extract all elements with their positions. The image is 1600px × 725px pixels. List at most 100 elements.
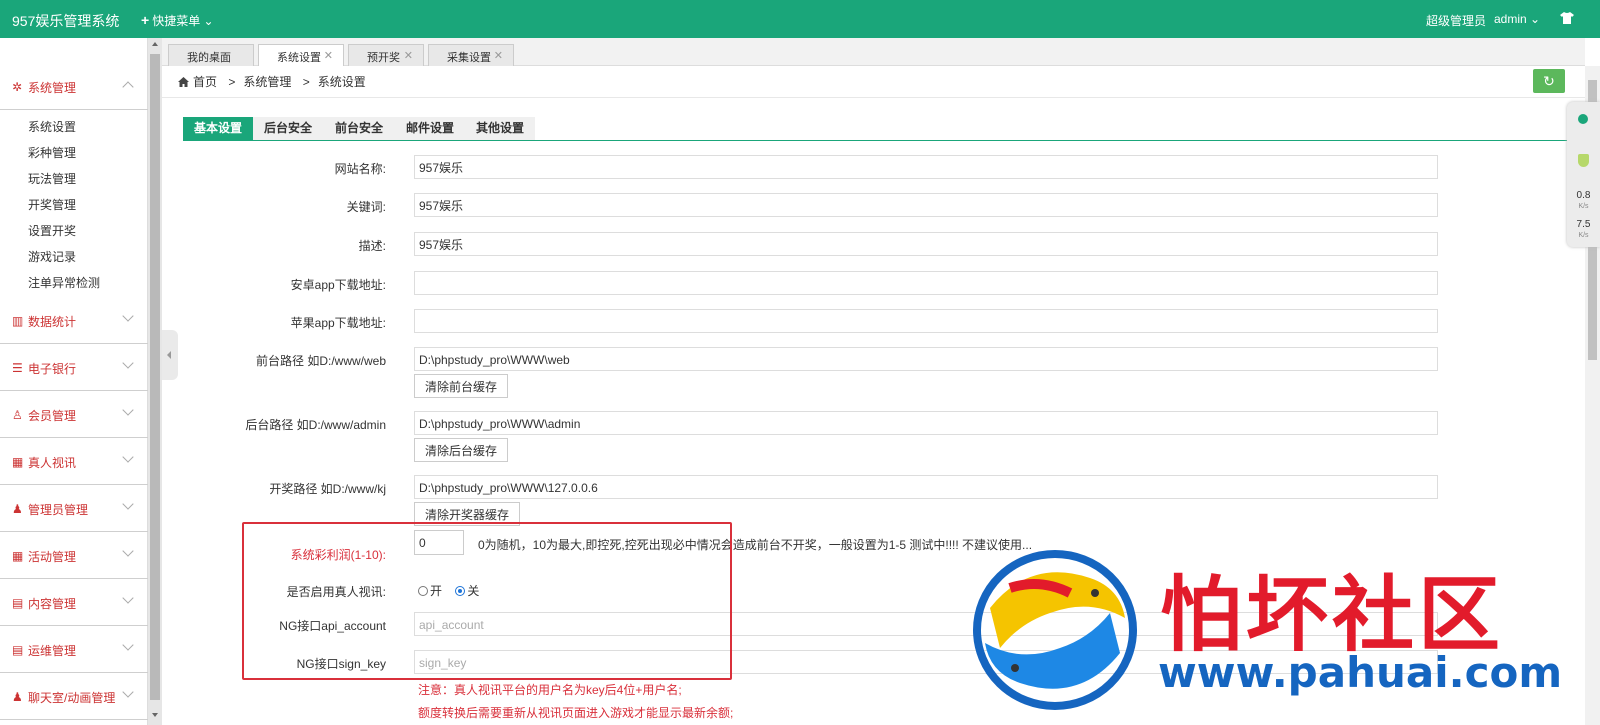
plus-icon: +: [141, 12, 150, 28]
quick-menu-label: 快捷菜单: [152, 14, 201, 28]
breadcrumb-home[interactable]: 首页: [193, 75, 217, 89]
site-name-input[interactable]: 957娱乐: [414, 155, 1438, 179]
sidebar-group-label: 运维管理: [28, 644, 77, 658]
breadcrumb-separator: >: [302, 75, 310, 89]
tab-basic-settings[interactable]: 基本设置: [183, 117, 253, 140]
tab-mail-settings[interactable]: 邮件设置: [395, 117, 465, 140]
sidebar-item-draw-manage[interactable]: 开奖管理: [28, 196, 76, 213]
tab-other-settings[interactable]: 其他设置: [465, 117, 535, 140]
close-icon[interactable]: ✕: [404, 49, 413, 62]
tab-strip: 我的桌面 系统设置 ✕ 预开奖 ✕ 采集设置 ✕: [162, 38, 1585, 66]
balance-note: 额度转换后需要重新从视讯页面进入游戏才能显示最新余额;: [418, 706, 734, 720]
upload-speed: 0.8: [1576, 190, 1591, 201]
sidebar-group-live-video[interactable]: ▦ 真人视讯: [0, 438, 148, 485]
sidebar-item-lottery-types[interactable]: 彩种管理: [28, 144, 76, 161]
ios-url-input[interactable]: [414, 309, 1438, 333]
tab-backend-security[interactable]: 后台安全: [253, 117, 323, 140]
description-input[interactable]: 957娱乐: [414, 232, 1438, 256]
sidebar-group-ops[interactable]: ▤ 运维管理: [0, 626, 148, 673]
chevron-down-icon: [122, 545, 134, 557]
sidebar-group-members[interactable]: ♙ 会员管理: [0, 391, 148, 438]
shirt-icon[interactable]: [1560, 12, 1574, 24]
sidebar-item-set-draw[interactable]: 设置开奖: [28, 222, 76, 239]
sidebar-item-game-records[interactable]: 游戏记录: [28, 248, 76, 265]
clear-admin-cache-button[interactable]: 清除后台缓存: [414, 438, 509, 462]
sidebar-group-admins[interactable]: ♟ 管理员管理: [0, 485, 148, 532]
android-url-input[interactable]: [414, 271, 1438, 295]
breadcrumb-system[interactable]: 系统管理: [243, 75, 291, 89]
breadcrumb: 首页 > 系统管理 > 系统设置: [178, 73, 366, 90]
sidebar-group-ebank[interactable]: ☰ 电子银行: [0, 344, 148, 391]
refresh-button[interactable]: ↻: [1533, 69, 1565, 93]
network-monitor-widget[interactable]: 0.8 K/s 7.5 K/s: [1567, 102, 1600, 247]
sidebar-group-label: 聊天室/动画管理: [28, 691, 116, 705]
person-icon: ♟: [12, 502, 23, 516]
sidebar-group-label: 电子银行: [28, 362, 77, 376]
sidebar-group-stats[interactable]: ▥ 数据统计: [0, 297, 148, 344]
top-bar: 957娱乐管理系统 + 快捷菜单 ⌄ 超级管理员 admin ⌄: [0, 0, 1600, 38]
sidebar-item-play-rules[interactable]: 玩法管理: [28, 170, 76, 187]
person-icon: ♟: [12, 690, 23, 704]
ios-url-label: 苹果app下载地址:: [290, 316, 386, 330]
fish-logo-icon: [973, 550, 1137, 710]
tab-label: 我的桌面: [187, 52, 231, 64]
live-video-note: 注意：真人视讯平台的用户名为key后4位+用户名;: [418, 683, 682, 697]
site-name-label: 网站名称:: [334, 162, 386, 176]
quick-menu-button[interactable]: + 快捷菜单 ⌄: [141, 12, 214, 29]
user-menu[interactable]: admin ⌄: [1494, 12, 1540, 26]
tab-collect-settings[interactable]: 采集设置 ✕: [428, 44, 514, 66]
draw-path-input[interactable]: D:\phpstudy_pro\WWW\127.0.0.6: [414, 475, 1438, 499]
sidebar-group-content[interactable]: ▤ 内容管理: [0, 579, 148, 626]
status-dot-icon: [1578, 114, 1588, 124]
watermark-url: www.pahuai.com: [1158, 648, 1563, 697]
tab-frontend-security[interactable]: 前台安全: [323, 117, 395, 140]
front-path-input[interactable]: D:\phpstudy_pro\WWW\web: [414, 347, 1438, 371]
list-icon: ☰: [12, 361, 23, 375]
chevron-down-icon: [122, 404, 134, 416]
sidebar-item-bet-anomaly[interactable]: 注单异常检测: [28, 274, 100, 291]
gear-icon: ✲: [12, 80, 23, 94]
chevron-up-icon: [122, 81, 134, 93]
chevron-down-icon: [122, 451, 134, 463]
admin-path-input[interactable]: D:\phpstudy_pro\WWW\admin: [414, 411, 1438, 435]
tab-label: 系统设置: [277, 52, 321, 64]
book-icon: ▤: [12, 643, 24, 657]
download-speed: 7.5: [1576, 219, 1591, 230]
tab-label: 预开奖: [367, 52, 400, 64]
divider: [183, 140, 1585, 141]
chevron-down-icon: [122, 639, 134, 651]
scroll-up-icon[interactable]: [152, 42, 158, 46]
sidebar-scroll-thumb[interactable]: [150, 54, 160, 700]
breadcrumb-separator: >: [228, 75, 236, 89]
description-label: 描述:: [358, 239, 386, 253]
close-icon[interactable]: ✕: [494, 49, 503, 62]
sidebar-group-activities[interactable]: ▦ 活动管理: [0, 532, 148, 579]
close-icon[interactable]: ✕: [324, 49, 333, 62]
divider: [162, 97, 1585, 98]
sidebar-group-chat[interactable]: ♟ 聊天室/动画管理: [0, 673, 148, 720]
clear-front-cache-button[interactable]: 清除前台缓存: [414, 374, 509, 398]
keywords-input[interactable]: 957娱乐: [414, 193, 1438, 217]
sidebar: ✲ 系统管理 系统设置 彩种管理 玩法管理 开奖管理 设置开奖 游戏记录 注单异…: [0, 38, 148, 725]
sidebar-group-label: 会员管理: [28, 409, 77, 423]
tab-desktop[interactable]: 我的桌面: [168, 44, 254, 66]
role-label: 超级管理员: [1426, 14, 1487, 28]
refresh-icon: ↻: [1543, 73, 1555, 89]
chevron-down-icon: [122, 686, 134, 698]
breadcrumb-current: 系统设置: [317, 75, 366, 89]
chevron-down-icon: [122, 357, 134, 369]
chevron-down-icon: [122, 498, 134, 510]
download-unit: K/s: [1578, 232, 1589, 239]
shield-icon: [1578, 154, 1589, 167]
sidebar-item-system-settings[interactable]: 系统设置: [28, 118, 76, 135]
android-url-label: 安卓app下载地址:: [290, 278, 386, 292]
tab-system-settings[interactable]: 系统设置 ✕: [258, 44, 344, 66]
sidebar-group-label: 数据统计: [28, 315, 77, 329]
tab-pre-draw[interactable]: 预开奖 ✕: [348, 44, 424, 66]
upload-unit: K/s: [1578, 203, 1589, 210]
calendar-icon: ▦: [12, 549, 24, 563]
home-icon: [178, 77, 189, 87]
username: admin: [1494, 12, 1527, 26]
sidebar-group-system[interactable]: ✲ 系统管理: [0, 63, 148, 110]
scroll-down-icon[interactable]: [152, 713, 158, 717]
